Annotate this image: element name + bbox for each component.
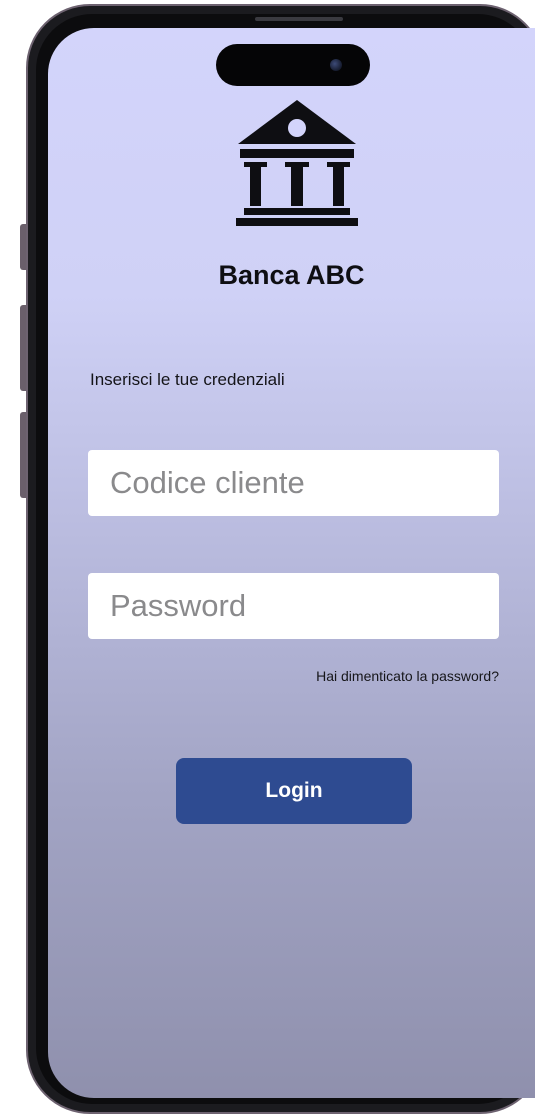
top-speaker-grille: [255, 17, 343, 21]
dynamic-island: [216, 44, 370, 86]
bank-name-title: Banca ABC: [218, 260, 365, 290]
password-input[interactable]: [88, 573, 499, 639]
login-screen: Banca ABC Inserisci le tue credenziali H…: [48, 28, 535, 1098]
device-mockup: Banca ABC Inserisci le tue credenziali H…: [0, 0, 535, 1117]
credentials-instruction: Inserisci le tue credenziali: [90, 370, 285, 389]
client-code-input[interactable]: [88, 450, 499, 516]
front-camera-icon: [330, 59, 342, 71]
login-button[interactable]: Login: [176, 758, 412, 824]
forgot-password-link[interactable]: Hai dimenticato la password?: [316, 668, 499, 684]
bank-building-icon: [236, 100, 358, 226]
